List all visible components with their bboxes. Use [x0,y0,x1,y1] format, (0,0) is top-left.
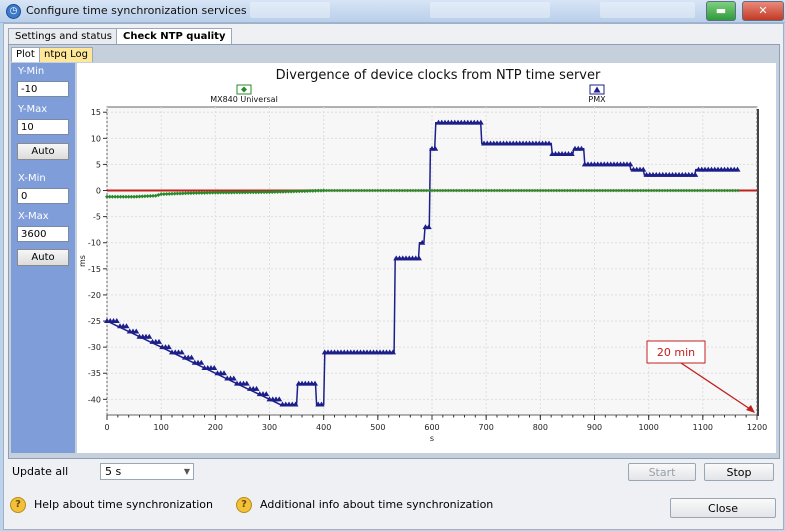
xmax-input[interactable]: 3600 [17,226,69,242]
y-tick-label: 10 [91,134,101,143]
x-tick-label: 300 [262,423,277,432]
y-tick-label: -10 [88,239,101,248]
x-tick-label: 400 [316,423,331,432]
legend-mx840-label: MX840 Universal [210,95,278,104]
tab-settings-status[interactable]: Settings and status [8,28,117,44]
background-window-ghost [430,2,550,18]
x-tick-label: 100 [154,423,169,432]
dialog-client: Settings and status Check NTP quality Pl… [3,23,784,530]
update-interval-select[interactable]: 5 s ▼ [100,463,194,480]
x-auto-button[interactable]: Auto [17,249,69,266]
help-question-icon: ? [10,497,26,513]
y-axis-label: ms [78,255,87,267]
y-tick-label: -30 [88,343,101,352]
x-axis-label: s [430,434,434,443]
help-additional-text: Additional info about time synchronizati… [260,498,494,511]
tab-ntpq-log[interactable]: ntpq Log [39,47,93,62]
x-tick-label: 1100 [693,423,713,432]
x-tick-label: 700 [479,423,494,432]
legend-pmx-label: PMX [588,95,606,104]
y-tick-label: -5 [93,213,101,222]
axis-settings-sidebar: Y-Min -10 Y-Max 10 Auto X-Min 0 X-Max 36… [11,63,75,453]
update-row: Update all 5 s ▼ Start Stop [4,461,783,481]
ymax-input[interactable]: 10 [17,119,69,135]
ymax-label: Y-Max [18,104,48,115]
chart-area: Divergence of device clocks from NTP tim… [77,63,776,453]
y-auto-button[interactable]: Auto [17,143,69,160]
y-tick-label: -35 [88,369,101,378]
background-window-ghost [250,2,330,18]
update-interval-value: 5 s [105,465,122,478]
y-tick-label: 0 [96,187,101,196]
y-tick-label: 5 [96,160,101,169]
x-tick-label: 500 [370,423,385,432]
background-window-ghost [600,2,695,18]
y-tick-label: -40 [88,395,101,404]
x-tick-label: 800 [533,423,548,432]
annotation-label: 20 min [657,346,695,359]
title-bar: ◷ Configure time synchronization service… [0,0,785,23]
close-button[interactable]: Close [670,498,776,518]
x-tick-label: 1200 [747,423,767,432]
stop-button[interactable]: Stop [704,463,774,481]
x-tick-label: 900 [587,423,602,432]
x-tick-label: 600 [424,423,439,432]
y-tick-label: -25 [88,317,101,326]
app-clock-icon: ◷ [6,4,21,19]
update-all-label: Update all [12,465,69,478]
xmin-input[interactable]: 0 [17,188,69,204]
chart-title: Divergence of device clocks from NTP tim… [276,68,601,83]
help-sync-text: Help about time synchronization [34,498,214,511]
tab-plot[interactable]: Plot [11,47,40,62]
info-question-icon: ? [236,497,252,513]
chevron-down-icon: ▼ [183,467,190,476]
y-tick-label: -20 [88,291,101,300]
ymin-input[interactable]: -10 [17,81,69,97]
ntp-quality-panel: Plot ntpq Log Y-Min -10 Y-Max 10 Auto X-… [8,44,780,459]
minimize-button[interactable]: ▬ [706,1,736,21]
y-tick-label: -15 [88,265,101,274]
x-tick-label: 1000 [638,423,658,432]
xmin-label: X-Min [18,173,46,184]
close-window-button[interactable]: ✕ [742,1,784,21]
window-title: Configure time synchronization services [26,4,247,17]
ymin-label: Y-Min [18,66,45,77]
x-tick-label: 0 [104,423,109,432]
xmax-label: X-Max [18,211,49,222]
start-button[interactable]: Start [628,463,696,481]
tab-check-ntp-quality[interactable]: Check NTP quality [116,28,233,45]
divergence-chart: Divergence of device clocks from NTP tim… [78,68,767,443]
x-tick-label: 200 [208,423,223,432]
y-tick-label: 15 [91,108,101,117]
